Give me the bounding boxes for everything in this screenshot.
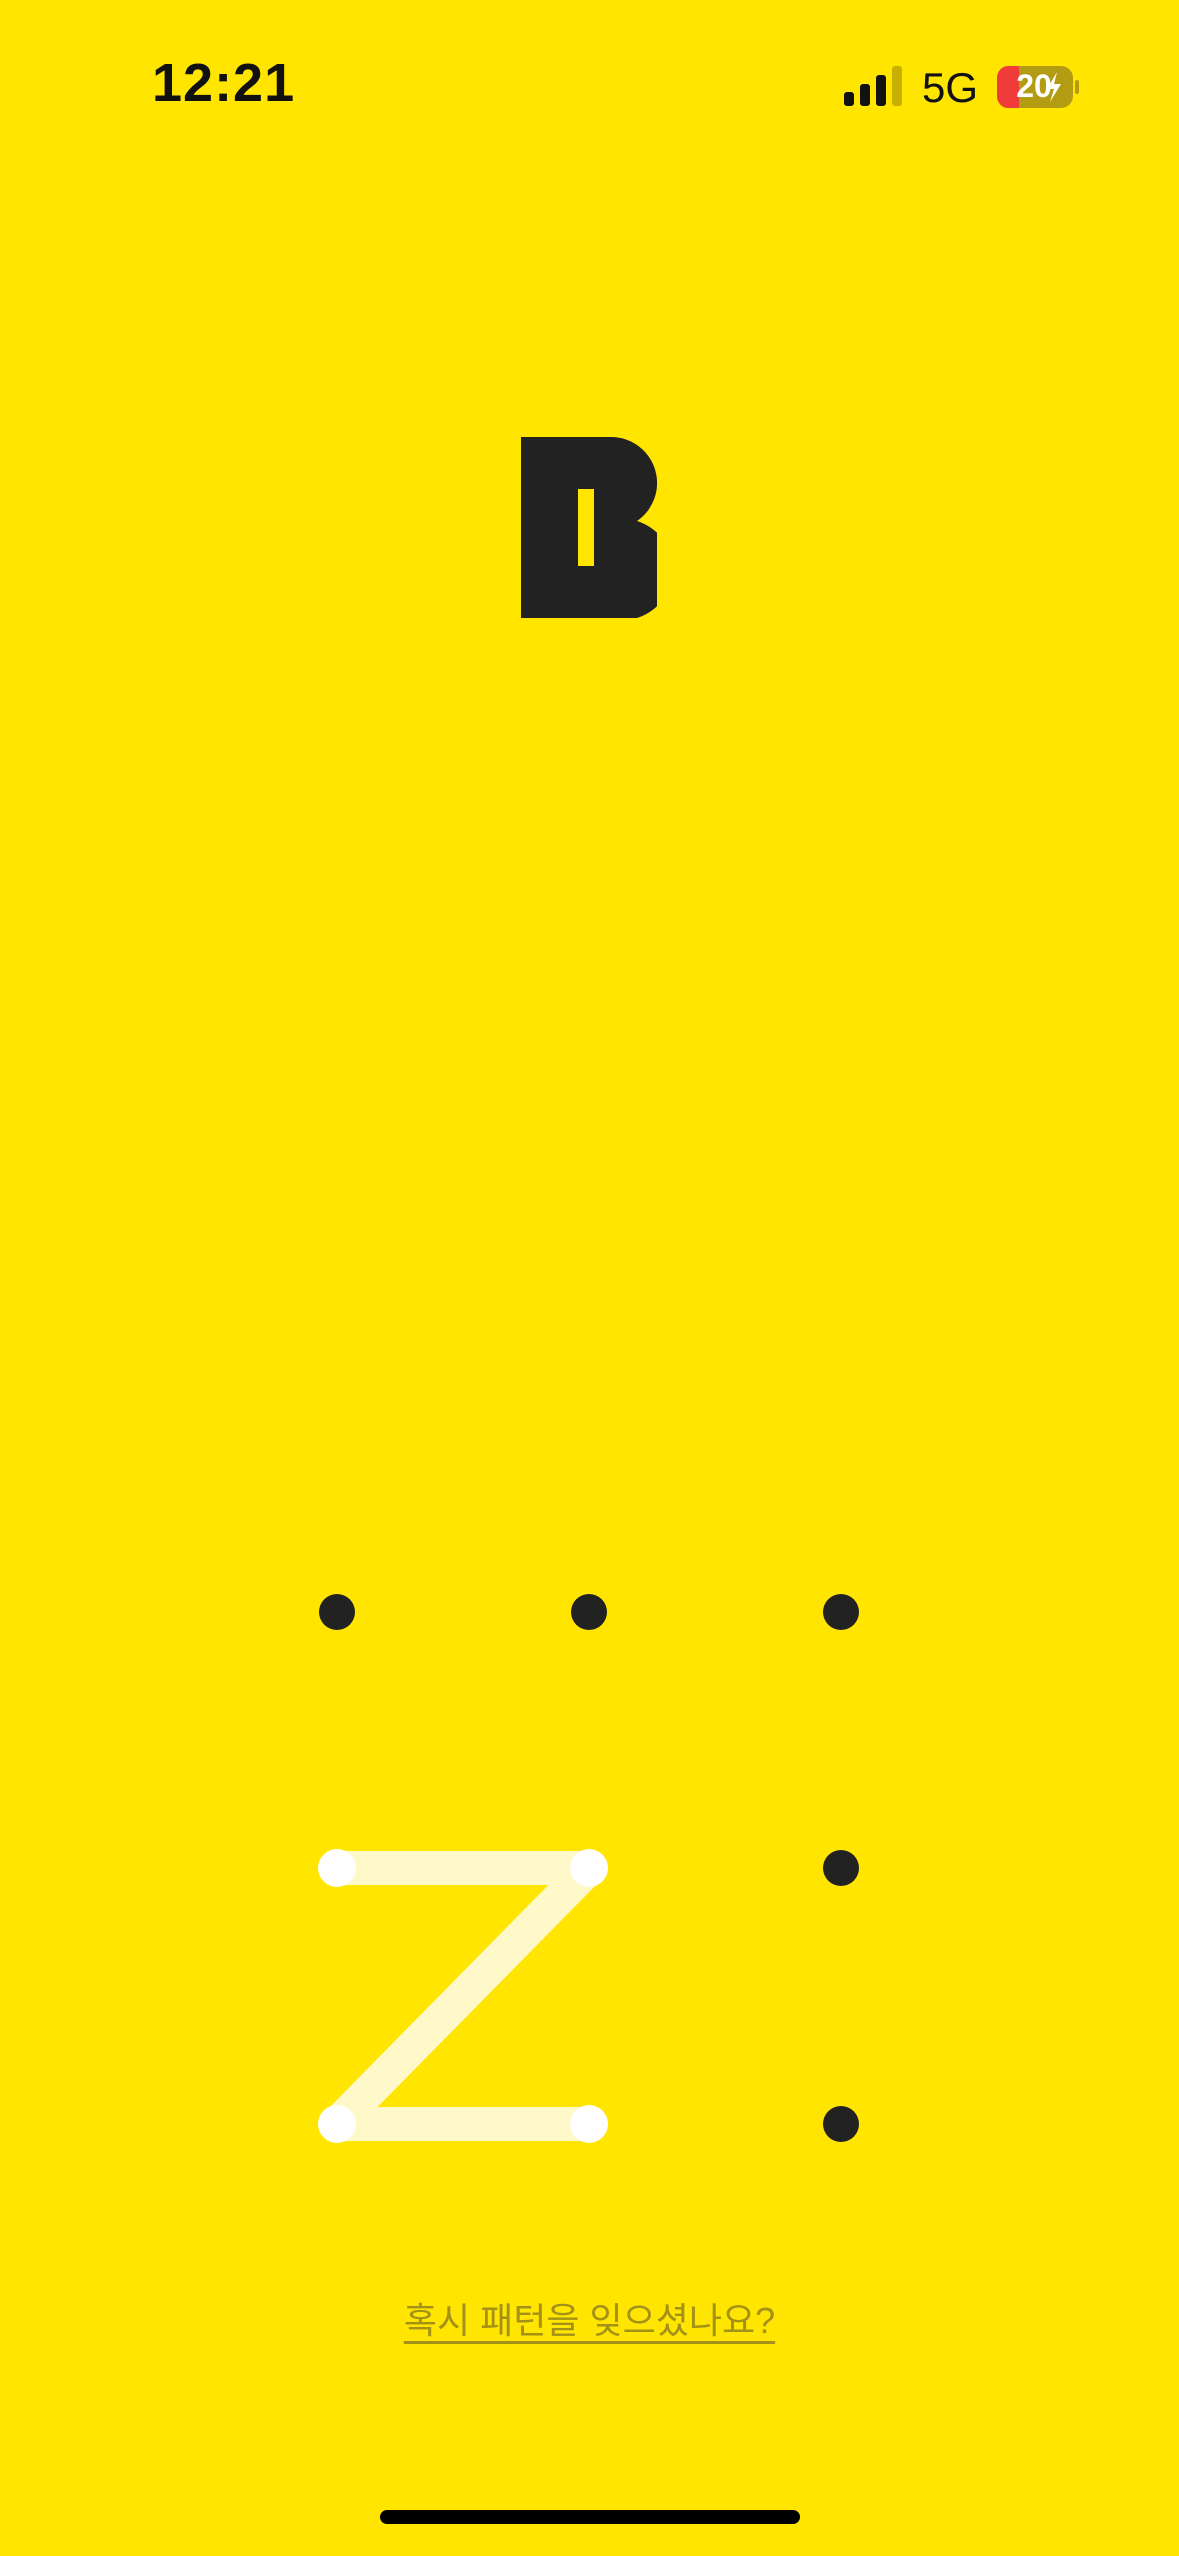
pattern-dot-9[interactable] bbox=[823, 2106, 859, 2142]
pattern-dot-7[interactable] bbox=[318, 2105, 356, 2143]
pattern-dot-1[interactable] bbox=[319, 1594, 355, 1630]
pattern-dot-3[interactable] bbox=[823, 1594, 859, 1630]
pattern-lock-grid[interactable] bbox=[0, 0, 1179, 2556]
pattern-line-segment bbox=[320, 1851, 606, 2141]
pattern-dot-4[interactable] bbox=[318, 1849, 356, 1887]
pattern-dot-5[interactable] bbox=[570, 1849, 608, 1887]
pattern-dot-2[interactable] bbox=[571, 1594, 607, 1630]
pattern-path bbox=[320, 1851, 606, 2141]
forgot-pattern-link[interactable]: 혹시 패턴을 잊으셨나요? bbox=[0, 2292, 1179, 2344]
home-indicator[interactable] bbox=[380, 2510, 800, 2524]
pattern-dot-6[interactable] bbox=[823, 1850, 859, 1886]
pattern-dot-8[interactable] bbox=[570, 2105, 608, 2143]
